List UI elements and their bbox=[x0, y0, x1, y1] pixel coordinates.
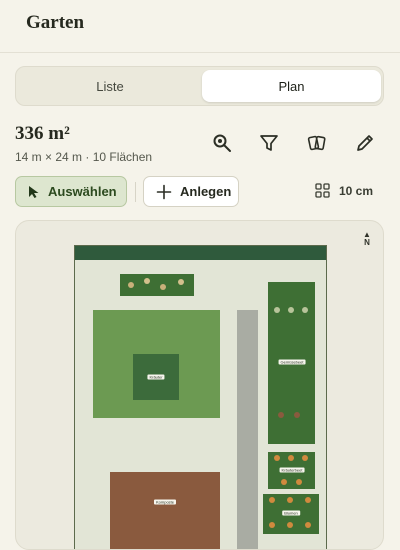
bed-label: Kräuter bbox=[147, 374, 165, 380]
bed-compost[interactable]: Komposte bbox=[110, 472, 220, 549]
bed-center[interactable]: Kräuter bbox=[133, 354, 179, 400]
bed-label: Komposte bbox=[153, 499, 177, 505]
bed-label: Blumen bbox=[282, 510, 300, 516]
select-tool-button[interactable]: Auswählen bbox=[15, 176, 127, 207]
garden-plot[interactable]: Kräuter Gemüsebeet Kräuterbeet Komposte bbox=[74, 245, 327, 549]
search-icon[interactable] bbox=[211, 132, 233, 154]
bed-lawn[interactable]: Kräuter bbox=[93, 310, 220, 418]
compass-north: ▲ N bbox=[363, 230, 371, 247]
tab-plan[interactable]: Plan bbox=[202, 70, 381, 102]
garden-plan-canvas[interactable]: ▲ N Kräuter Gemüsebeet Kräuterbeet Kompo… bbox=[15, 220, 384, 550]
cards-icon[interactable] bbox=[306, 132, 328, 154]
total-area: 336 m² bbox=[15, 123, 70, 144]
cursor-icon bbox=[29, 185, 39, 198]
tab-liste[interactable]: Liste bbox=[19, 70, 201, 102]
grid-scale-control[interactable]: 10 cm bbox=[315, 183, 373, 198]
select-label: Auswählen bbox=[48, 184, 117, 199]
bed-herbs[interactable]: Kräuterbeet bbox=[268, 452, 315, 489]
add-label: Anlegen bbox=[180, 184, 232, 199]
path bbox=[237, 310, 258, 549]
bed-label: Gemüsebeet bbox=[278, 359, 306, 365]
app-title: Garten bbox=[26, 12, 85, 33]
view-toggle: Liste Plan bbox=[15, 66, 384, 106]
grid-icon bbox=[315, 183, 330, 198]
pencil-icon[interactable] bbox=[354, 132, 376, 154]
add-area-button[interactable]: Anlegen bbox=[143, 176, 239, 207]
bed-label: Kräuterbeet bbox=[279, 467, 305, 473]
bed-vegetable[interactable]: Gemüsebeet bbox=[268, 282, 315, 444]
grid-scale-label: 10 cm bbox=[339, 183, 374, 198]
toolbar-divider bbox=[135, 182, 136, 202]
plot-boundary-top bbox=[75, 246, 326, 260]
header-divider bbox=[0, 52, 400, 53]
filter-icon[interactable] bbox=[258, 132, 280, 154]
bed-small-top[interactable] bbox=[120, 274, 194, 296]
plus-icon bbox=[156, 184, 172, 199]
area-dimensions: 14 m × 24 m · 10 Flächen bbox=[15, 150, 153, 164]
bed-flowers[interactable]: Blumen bbox=[263, 494, 319, 534]
